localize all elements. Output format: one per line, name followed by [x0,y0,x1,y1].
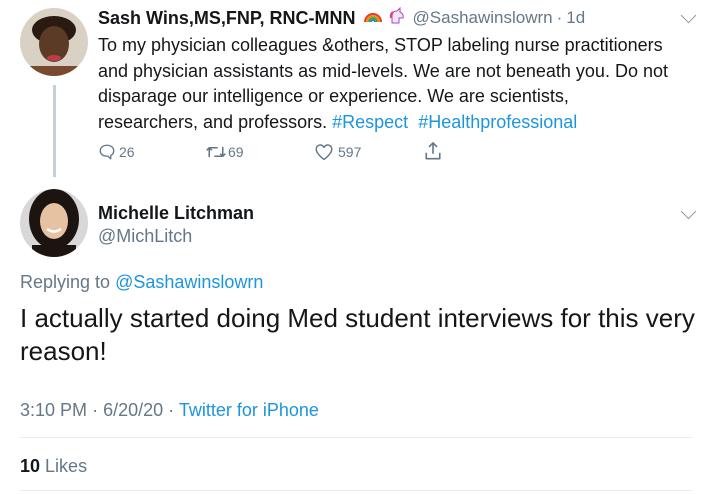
parent-separator: · [556,8,563,27]
like-action[interactable]: 597 [314,143,361,161]
main-tweet-sep1: · [92,400,99,420]
divider [20,437,692,438]
main-tweet-date: 6/20/20 [103,400,164,420]
thread-line [53,85,56,177]
rainbow-icon [363,8,383,29]
share-icon [424,141,442,161]
likes-stat[interactable]: 10 Likes [20,456,87,477]
main-handle[interactable]: @MichLitch [98,226,192,247]
parent-tweet-text: To my physician colleagues &others, STOP… [98,33,698,135]
retweet-count: 69 [228,144,244,160]
main-tweet-text: I actually started doing Med student int… [20,303,695,366]
divider [20,490,692,491]
like-count: 597 [338,144,362,160]
unicorn-icon [387,6,407,30]
replying-to: Replying to @Sashawinslowrn [20,272,263,293]
parent-header: Sash Wins,MS,FNP, RNC-MNN @Sashawinslowr… [98,6,585,30]
hashtag-respect[interactable]: #Respect [332,112,408,132]
replying-to-handle[interactable]: @Sashawinslowrn [115,272,263,292]
parent-time[interactable]: 1d [566,8,585,28]
parent-display-name[interactable]: Sash Wins,MS,FNP, RNC-MNN [98,8,356,29]
likes-label: Likes [45,456,88,476]
parent-avatar[interactable] [20,8,88,76]
main-tweet-meta: 3:10 PM · 6/20/20 · Twitter for iPhone [20,400,319,421]
main-tweet-sep2: · [168,400,175,420]
reply-icon [98,143,116,161]
likes-count: 10 [20,456,41,476]
chevron-down-icon[interactable] [680,7,697,24]
replying-to-label: Replying to [20,272,111,292]
hashtag-healthprofessional[interactable]: #Healthprofessional [418,112,577,132]
reply-action[interactable]: 26 [98,143,135,161]
chevron-down-icon[interactable] [680,203,697,220]
tweet-source[interactable]: Twitter for iPhone [179,400,319,420]
like-icon [314,143,334,161]
retweet-icon [205,143,227,161]
share-action[interactable] [424,141,442,161]
retweet-action[interactable]: 69 [205,143,244,161]
main-tweet-time: 3:10 PM [20,400,88,420]
main-avatar[interactable] [20,189,88,257]
reply-count: 26 [119,144,135,160]
parent-handle[interactable]: @Sashawinslowrn [413,8,553,28]
main-display-name[interactable]: Michelle Litchman [98,203,254,224]
